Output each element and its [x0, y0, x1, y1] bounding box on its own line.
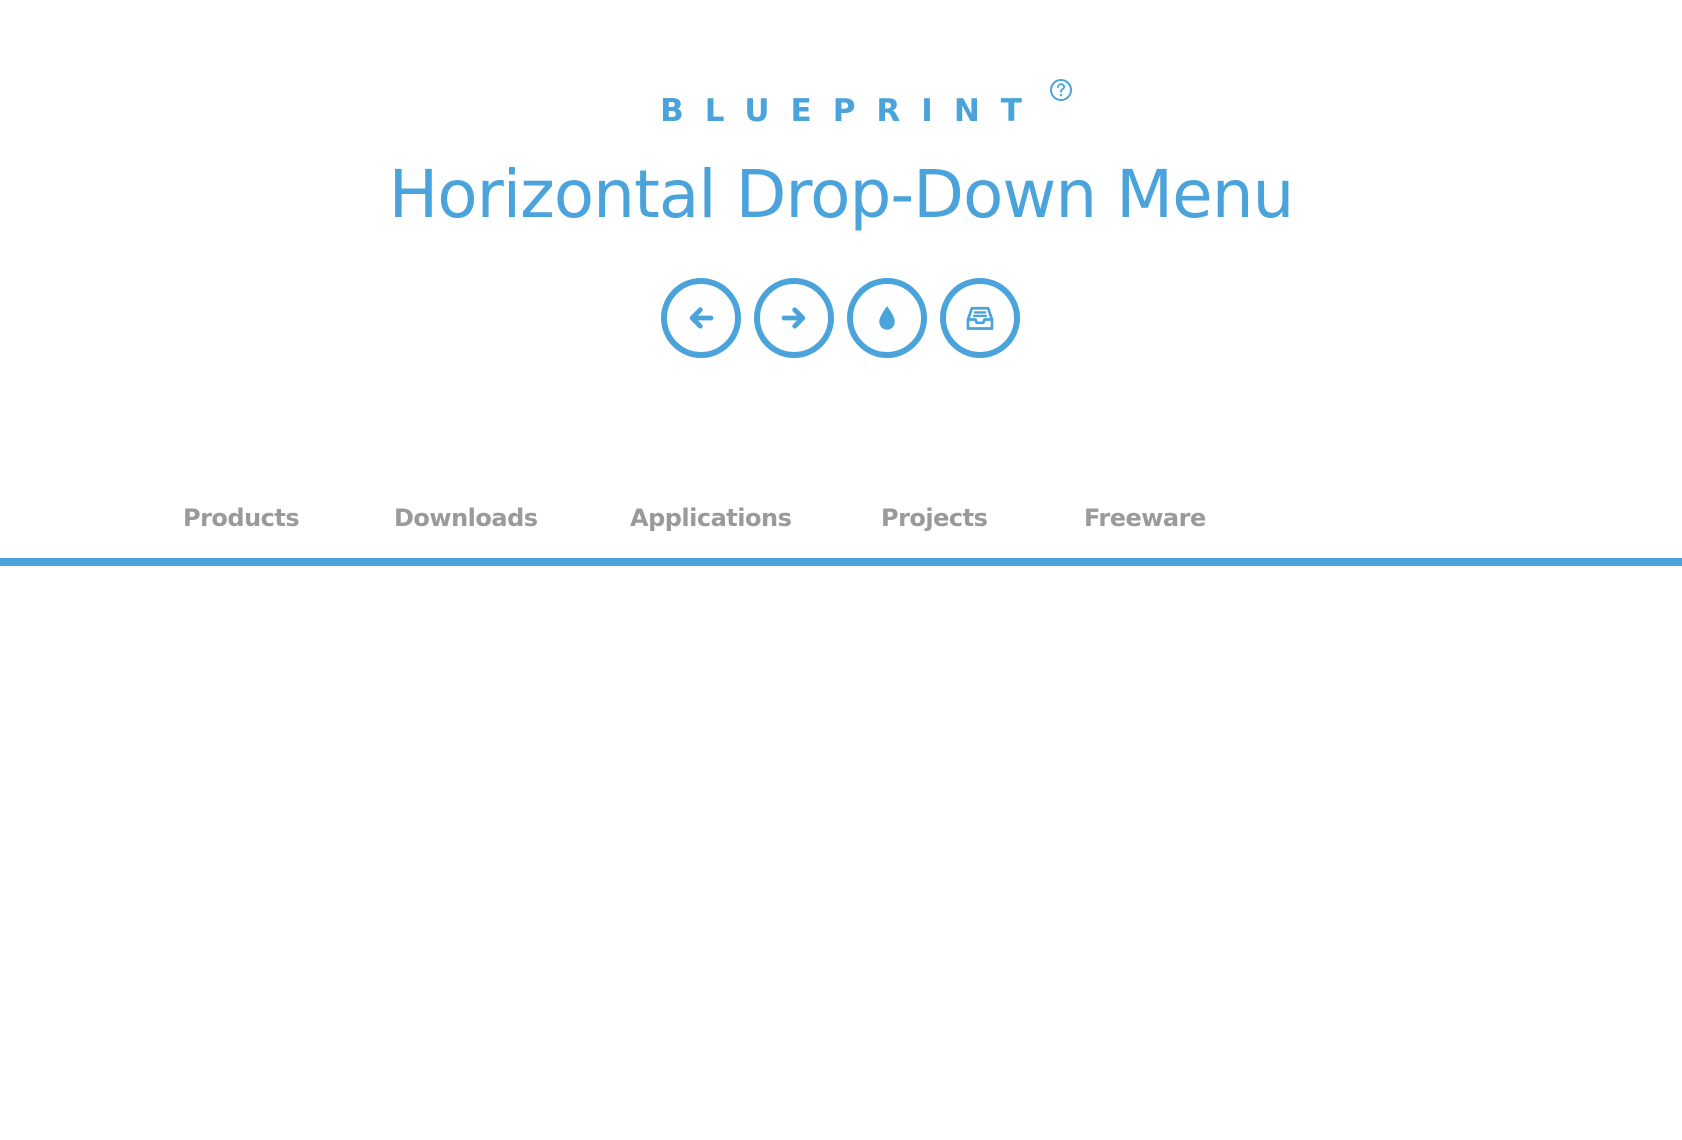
question-circle-icon[interactable]: [1049, 78, 1073, 102]
arrow-right-icon: [781, 307, 806, 329]
horizontal-nav-menu: Products Downloads Applications Projects…: [0, 488, 1682, 568]
previous-button[interactable]: [661, 278, 741, 358]
brand-text: BLUEPRINT: [660, 93, 1043, 129]
inbox-tray-icon: [966, 306, 994, 330]
nav-divider: [0, 558, 1682, 566]
brand-logo[interactable]: BLUEPRINT: [639, 79, 1072, 136]
nav-item-projects[interactable]: Projects: [881, 500, 988, 536]
nav-item-freeware[interactable]: Freeware: [1084, 500, 1206, 536]
next-button[interactable]: [754, 278, 834, 358]
inbox-button[interactable]: [940, 278, 1020, 358]
brand-row: BLUEPRINT: [0, 79, 1682, 136]
nav-item-applications[interactable]: Applications: [630, 500, 792, 536]
page-title: Horizontal Drop-Down Menu: [388, 156, 1295, 233]
droplet-button[interactable]: [847, 278, 927, 358]
droplet-icon: [879, 306, 895, 330]
arrow-left-icon: [689, 307, 714, 329]
icon-button-row: [661, 278, 1021, 360]
nav-item-products[interactable]: Products: [183, 500, 300, 536]
nav-item-downloads[interactable]: Downloads: [394, 500, 538, 536]
